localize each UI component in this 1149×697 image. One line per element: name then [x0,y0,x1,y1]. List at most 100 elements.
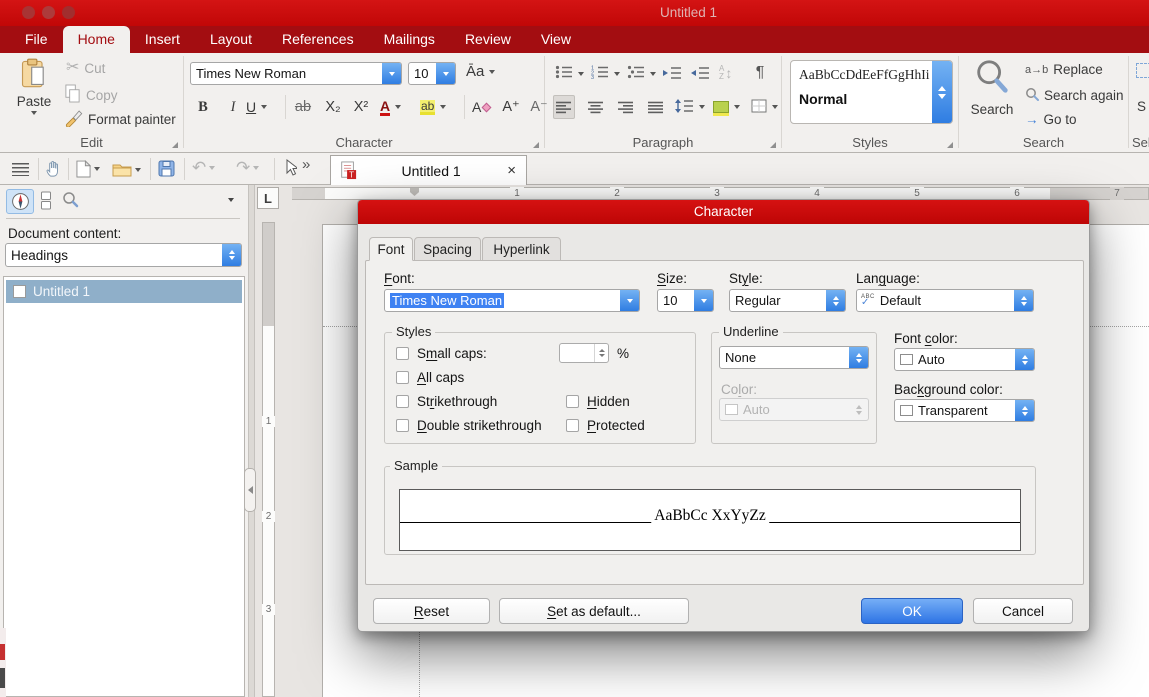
content-tree[interactable]: Untitled 1 [3,276,245,697]
tab-font[interactable]: Font [369,237,413,261]
menu-insert[interactable]: Insert [130,26,195,53]
character-dialog-launcher[interactable] [533,142,539,148]
background-color-combobox[interactable]: Transparent [894,399,1035,422]
bold-button[interactable]: B [192,95,214,119]
navigator-toggle-button[interactable] [6,189,34,214]
page-navigation-button[interactable] [40,191,52,210]
select-cursor-button[interactable] [282,159,297,177]
dropdown-button[interactable] [620,290,639,311]
window-zoom-button[interactable] [62,6,75,19]
underline-caret[interactable] [261,105,267,109]
highlight-caret[interactable] [440,105,446,109]
menu-view[interactable]: View [526,26,586,53]
dropdown-button[interactable] [694,290,713,311]
underline-button[interactable]: U [246,95,267,119]
justify-button[interactable] [645,95,667,119]
undo-button[interactable]: ↶ [192,158,215,178]
spinner-button[interactable] [849,347,868,368]
menu-layout[interactable]: Layout [195,26,267,53]
paragraph-background-button[interactable] [713,95,740,119]
style-gallery[interactable]: AaBbCcDdEeFfGgHhIi Normal [790,60,953,124]
bullet-list-button[interactable] [555,65,584,82]
copy-button[interactable]: Copy [64,84,118,106]
line-spacing-button[interactable] [675,95,705,119]
toolbar-overflow-button[interactable]: » [302,156,310,173]
cancel-button[interactable]: Cancel [973,598,1073,624]
menu-review[interactable]: Review [450,26,526,53]
paste-button[interactable]: Paste [10,58,58,115]
search-button[interactable]: Search [965,58,1019,117]
menu-references[interactable]: References [267,26,369,53]
sidebar-menu-caret[interactable] [228,198,234,202]
sort-button[interactable]: A Z ↕ [719,61,732,85]
new-document-button[interactable] [76,160,100,178]
vertical-ruler[interactable] [262,222,275,697]
subscript-button[interactable]: X₂ [322,95,344,119]
go-to-button[interactable]: → Go to [1025,112,1077,127]
spinner-button[interactable] [826,290,845,311]
dialog-zoom-button[interactable] [358,205,371,218]
multilevel-list-caret[interactable] [650,72,656,76]
window-minimize-button[interactable] [42,6,55,19]
horizontal-ruler-left-margin[interactable] [292,187,325,200]
select-button[interactable]: S [1137,99,1146,114]
all-caps-checkbox[interactable] [396,371,409,384]
tab-hyperlink[interactable]: Hyperlink [482,237,561,261]
close-tab-icon[interactable]: × [505,162,518,179]
protected-checkbox[interactable] [566,419,579,432]
formatting-marks-button[interactable]: ¶ [749,61,771,85]
font-color-button[interactable]: A [380,95,401,119]
menu-file[interactable]: File [10,26,63,53]
sidebar-search-button[interactable] [62,191,79,208]
spinner-button[interactable] [1015,400,1034,421]
content-tree-item[interactable]: Untitled 1 [6,280,242,303]
spinner-button[interactable] [1014,290,1033,311]
change-case-button[interactable]: Āa [466,64,495,79]
direct-cursor-button[interactable] [44,159,63,178]
font-name-combobox[interactable]: Times New Roman [190,62,402,85]
dropdown-button[interactable] [382,63,401,84]
save-button[interactable] [158,160,175,177]
paragraph-dialog-launcher[interactable] [770,142,776,148]
align-center-button[interactable] [585,95,607,119]
highlight-color-button[interactable]: ab [420,95,446,119]
document-tab[interactable]: T Untitled 1 × [330,155,527,185]
font-color-caret[interactable] [395,105,401,109]
sidebar-splitter[interactable] [248,185,255,697]
align-right-button[interactable] [615,95,637,119]
style-gallery-spinner[interactable] [932,61,952,123]
reset-button[interactable]: Reset [373,598,490,624]
dropdown-button[interactable] [436,63,455,84]
strikethrough-button[interactable]: ab [292,95,314,119]
tab-spacing[interactable]: Spacing [414,237,481,261]
dialog-size-combobox[interactable]: 10 [657,289,714,312]
format-painter-button[interactable]: Format painter [64,108,176,130]
styles-dialog-launcher[interactable] [947,142,953,148]
cut-button[interactable]: ✂ Cut [66,60,105,76]
replace-button[interactable]: a→b Replace [1025,62,1103,77]
double-strikethrough-checkbox[interactable] [396,419,409,432]
bullet-list-caret[interactable] [578,72,584,76]
undo-caret[interactable] [209,166,215,170]
edit-dialog-launcher[interactable] [172,142,178,148]
font-size-combobox[interactable]: 10 [408,62,456,85]
clear-formatting-button[interactable]: A [472,95,490,119]
change-case-caret[interactable] [489,70,495,74]
paste-dropdown-caret[interactable] [31,111,37,115]
line-spacing-caret[interactable] [699,105,705,109]
borders-caret[interactable] [772,105,778,109]
align-left-button[interactable] [553,95,575,119]
increase-indent-button[interactable] [661,61,683,85]
content-view-combobox[interactable]: Headings [5,243,242,267]
menu-home[interactable]: Home [63,26,130,53]
font-color-combobox[interactable]: Auto [894,348,1035,371]
numbered-list-button[interactable]: 123 [591,65,620,82]
open-caret[interactable] [135,168,141,172]
menu-toggle-button[interactable] [12,163,29,176]
multilevel-list-button[interactable] [627,65,656,82]
ok-button[interactable]: OK [861,598,963,624]
redo-button[interactable]: ↷ [236,158,259,178]
italic-button[interactable]: I [222,95,244,119]
set-as-default-button[interactable]: Set as default... [499,598,689,624]
paragraph-background-caret[interactable] [734,105,740,109]
